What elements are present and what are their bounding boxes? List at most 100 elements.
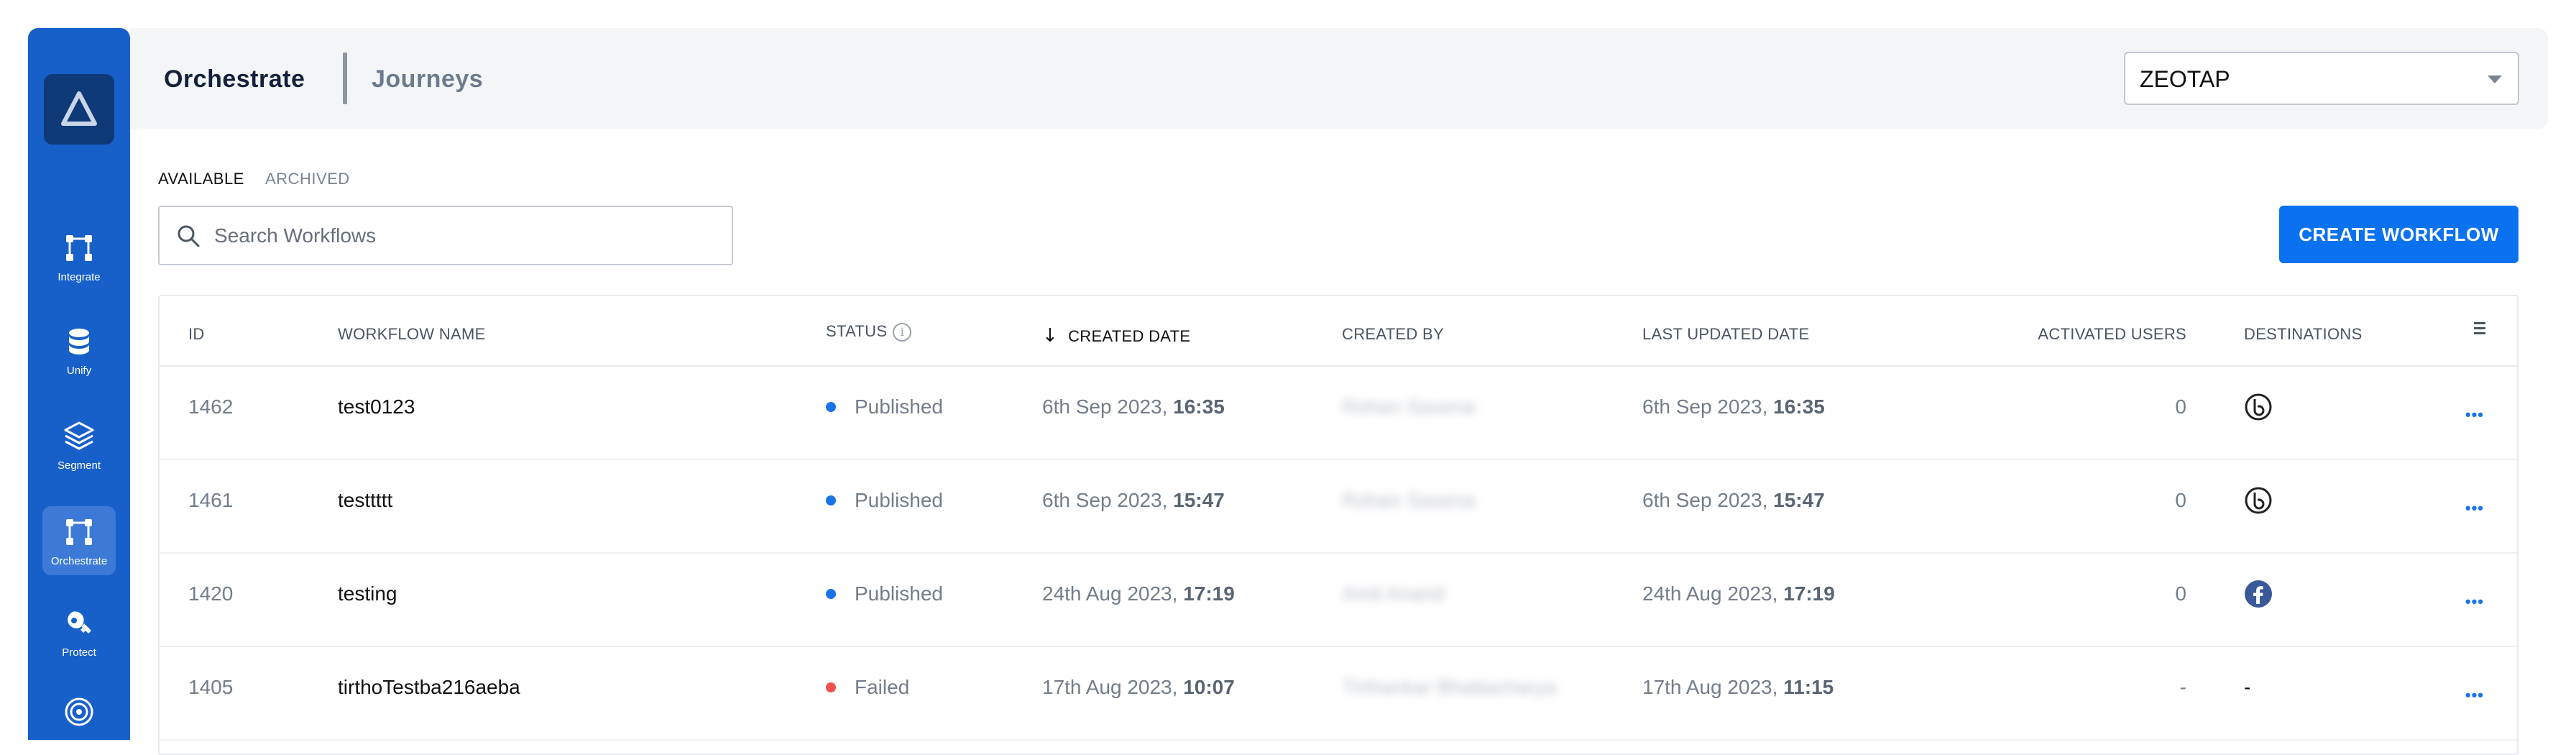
logo-icon xyxy=(61,91,97,126)
row-name[interactable]: test0123 xyxy=(338,395,415,418)
org-select[interactable]: ZEOTAP xyxy=(2124,52,2519,105)
row-more-button[interactable]: ••• xyxy=(2465,406,2484,424)
row-created-by: Tirthankar Bhattacharya xyxy=(1342,676,1556,698)
column-menu-icon[interactable] xyxy=(2474,322,2485,337)
row-destination xyxy=(2244,486,2273,520)
row-name[interactable]: testtttt xyxy=(338,489,392,512)
row-activated-users: 0 xyxy=(2175,489,2186,511)
row-created: 6th Sep 2023, 15:47 xyxy=(1042,489,1225,512)
info-icon[interactable]: i xyxy=(893,323,912,342)
status-dot xyxy=(826,401,836,412)
row-id: 1420 xyxy=(188,582,234,605)
row-name[interactable]: testing xyxy=(338,582,397,605)
sidebar-item-label: Segment xyxy=(57,459,101,472)
status-label: Published xyxy=(855,582,943,605)
updated-time: 16:35 xyxy=(1773,395,1825,418)
column-header-status-label: STATUS xyxy=(826,322,888,340)
bluecore-icon xyxy=(2245,393,2272,421)
header-divider xyxy=(343,52,347,104)
table-row[interactable]: 1405 tirthoTestba216aeba Failed 17th Aug… xyxy=(160,647,2517,741)
row-status: Published xyxy=(826,395,943,418)
protect-icon xyxy=(68,611,91,633)
database-icon xyxy=(69,329,89,354)
row-destination xyxy=(2244,393,2273,426)
table-row[interactable]: 1462 test0123 Published 6th Sep 2023, 16… xyxy=(160,367,2517,460)
search-input[interactable] xyxy=(214,221,710,250)
row-more-button[interactable]: ••• xyxy=(2465,592,2484,611)
sidebar-item-label: Integrate xyxy=(58,271,101,283)
status-dot xyxy=(826,495,836,505)
row-status: Failed xyxy=(826,676,909,699)
column-header-id[interactable]: ID xyxy=(188,325,205,344)
column-header-created-label: CREATED DATE xyxy=(1068,327,1191,345)
created-time: 17:19 xyxy=(1183,582,1235,605)
column-header-activated[interactable]: ACTIVATED USERS xyxy=(2038,325,2186,344)
facebook-icon xyxy=(2245,580,2272,608)
row-status: Published xyxy=(826,582,943,605)
row-created-by: Rohan Saxena xyxy=(1342,489,1476,511)
row-updated: 6th Sep 2023, 16:35 xyxy=(1642,395,1825,418)
sidebar-item-segment[interactable]: Segment xyxy=(42,409,116,478)
orchestrate-icon xyxy=(66,519,92,545)
table-header: ID WORKFLOW NAME STATUS i ↓ CREATED DATE C… xyxy=(160,296,2517,367)
row-name[interactable]: tirthoTestba216aeba xyxy=(338,676,520,699)
column-header-created-by[interactable]: CREATED BY xyxy=(1342,325,1444,344)
sidebar-item-unify[interactable]: Unify xyxy=(42,316,116,385)
column-header-updated[interactable]: LAST UPDATED DATE xyxy=(1642,325,1809,344)
row-created-by: Amit Anand xyxy=(1342,582,1445,605)
updated-date: 17th Aug 2023, xyxy=(1642,676,1784,698)
row-activated-users: 0 xyxy=(2175,395,2186,418)
sidebar-item-integrate[interactable]: Integrate xyxy=(42,222,116,291)
page-subtitle: Journeys xyxy=(372,65,484,93)
created-date: 17th Aug 2023, xyxy=(1042,676,1184,698)
column-header-name[interactable]: WORKFLOW NAME xyxy=(338,325,486,344)
table-row[interactable]: 1420 testing Published 24th Aug 2023, 17… xyxy=(160,554,2517,647)
sidebar-item-label: Protect xyxy=(62,646,96,659)
layers-icon xyxy=(64,421,94,450)
row-destination: - xyxy=(2244,676,2251,698)
chevron-down-icon xyxy=(2488,76,2502,83)
status-dot xyxy=(826,682,836,692)
row-more-button[interactable]: ••• xyxy=(2465,499,2484,518)
sidebar-item-protect[interactable]: Protect xyxy=(42,596,116,665)
updated-date: 6th Sep 2023, xyxy=(1642,395,1774,418)
table-row[interactable]: 1461 testtttt Published 6th Sep 2023, 15… xyxy=(160,460,2517,554)
integrate-icon xyxy=(66,235,92,261)
created-time: 15:47 xyxy=(1173,489,1225,511)
page-header: Orchestrate Journeys ZEOTAP xyxy=(130,28,2548,129)
status-label: Published xyxy=(855,395,943,418)
target-icon xyxy=(65,697,93,726)
row-updated: 24th Aug 2023, 17:19 xyxy=(1642,582,1835,605)
column-header-status[interactable]: STATUS i xyxy=(826,322,912,342)
row-activated-users: 0 xyxy=(2175,582,2186,605)
row-created: 6th Sep 2023, 16:35 xyxy=(1042,395,1225,418)
created-date: 6th Sep 2023, xyxy=(1042,489,1174,511)
column-header-created[interactable]: ↓ CREATED DATE xyxy=(1042,325,1190,347)
search-box[interactable] xyxy=(158,206,733,265)
status-dot xyxy=(826,588,836,599)
tab-archived[interactable]: ARCHIVED xyxy=(265,170,350,188)
row-destination xyxy=(2244,580,2273,613)
created-time: 10:07 xyxy=(1183,676,1235,698)
row-created: 17th Aug 2023, 10:07 xyxy=(1042,676,1235,699)
page-title: Orchestrate xyxy=(164,65,305,93)
bluecore-icon xyxy=(2245,487,2272,514)
tab-available[interactable]: AVAILABLE xyxy=(158,170,244,188)
created-date: 6th Sep 2023, xyxy=(1042,395,1174,418)
updated-time: 11:15 xyxy=(1783,676,1834,698)
updated-date: 6th Sep 2023, xyxy=(1642,489,1774,511)
sidebar: Integrate Unify Segment Orchestrate Prot… xyxy=(28,28,130,740)
sidebar-item-target[interactable] xyxy=(42,686,116,755)
search-icon xyxy=(178,225,200,247)
row-id: 1461 xyxy=(188,489,234,511)
column-header-destinations[interactable]: DESTINATIONS xyxy=(2244,325,2363,344)
sidebar-item-orchestrate[interactable]: Orchestrate xyxy=(42,506,116,575)
create-workflow-button[interactable]: CREATE WORKFLOW xyxy=(2279,206,2518,263)
sidebar-item-label: Unify xyxy=(66,365,92,377)
row-status: Published xyxy=(826,489,943,512)
row-id: 1462 xyxy=(188,395,234,418)
app-logo[interactable] xyxy=(44,74,114,145)
sidebar-item-label: Orchestrate xyxy=(50,555,108,567)
row-more-button[interactable]: ••• xyxy=(2465,686,2484,705)
row-updated: 17th Aug 2023, 11:15 xyxy=(1642,676,1834,699)
